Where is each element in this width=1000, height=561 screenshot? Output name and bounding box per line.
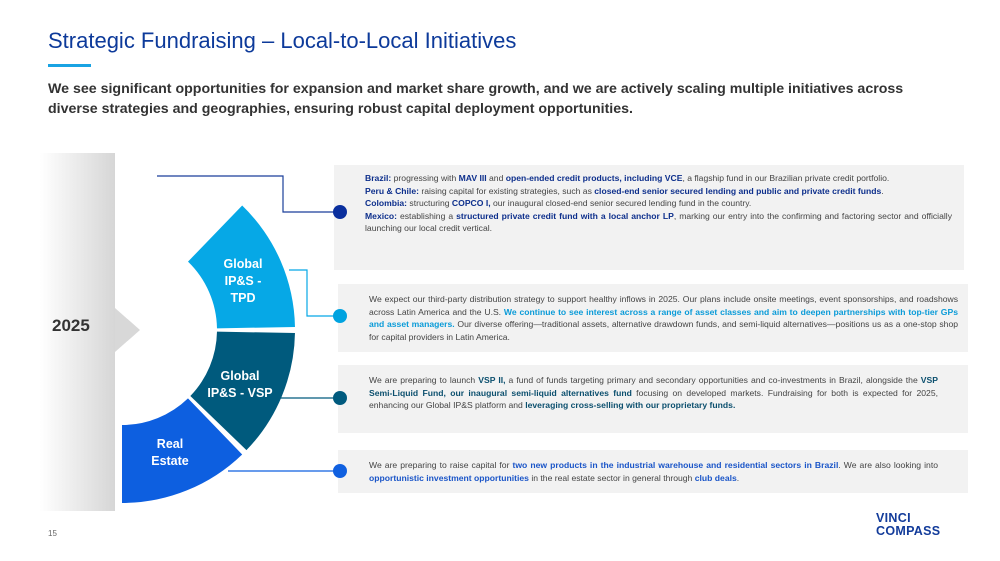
box-paragraph: Peru & Chile: raising capital for existi… (365, 185, 952, 198)
highlighted-text: MAV III (458, 173, 487, 183)
highlighted-text: opportunistic investment opportunities (369, 472, 529, 483)
page-number: 15 (48, 529, 57, 538)
body-text: , a flagship fund in our Brazilian priva… (682, 173, 890, 183)
logo-line-2: COMPASS (876, 524, 941, 538)
tpd-box: We expect our third-party distribution s… (338, 284, 968, 352)
highlighted-text: closed-end senior secured lending and pu… (594, 185, 882, 196)
vsp-box: We are preparing to launch VSP II, a fun… (338, 365, 968, 433)
highlighted-text: Mexico: (365, 210, 397, 221)
connector-line-brazil (157, 175, 340, 213)
box-paragraph: We are preparing to raise capital for tw… (369, 459, 938, 484)
highlighted-text: Colombia: (365, 198, 408, 209)
body-text: We are preparing to launch (369, 375, 479, 385)
body-text: and (486, 173, 506, 183)
body-text: . (881, 185, 884, 196)
box-paragraph: Mexico: establishing a structured privat… (365, 210, 952, 235)
highlighted-text: Brazil: (365, 173, 392, 183)
body-text: . We are also looking into (838, 460, 938, 470)
bullet-dot-tpd (333, 309, 347, 323)
body-text: a fund of funds targeting primary and se… (505, 375, 921, 385)
highlighted-text: two new products in the industrial wareh… (512, 460, 839, 470)
highlighted-text: Peru & Chile: (365, 185, 419, 196)
body-text: in the real estate sector in general thr… (528, 472, 695, 483)
brazil-latam-credit-box: Brazil: progressing with MAV III and ope… (334, 165, 964, 270)
bullet-dot-brazil (333, 205, 347, 219)
box-paragraph: We expect our third-party distribution s… (369, 293, 958, 343)
highlighted-text: open-ended credit products, including VC… (505, 173, 683, 183)
box-paragraph: Brazil: progressing with MAV III and ope… (365, 172, 952, 185)
body-text: raising capital for existing strategies,… (418, 185, 595, 196)
vinci-compass-logo: VINCI COMPASS (876, 512, 940, 538)
highlighted-text: COPCO I, (451, 198, 491, 209)
connector-line-tpd (289, 269, 340, 317)
highlighted-text: leveraging cross-selling with our propri… (525, 400, 736, 411)
body-text: progressing with (391, 173, 459, 183)
year-label: 2025 (52, 316, 90, 335)
bullet-dot-real-estate (333, 464, 347, 478)
body-text: . (736, 472, 740, 483)
highlighted-text: club deals (694, 472, 737, 483)
body-text: We are preparing to raise capital for (369, 460, 513, 470)
slide: Strategic Fundraising – Local-to-Local I… (0, 0, 1000, 561)
real-estate-box: We are preparing to raise capital for tw… (338, 450, 968, 493)
box-paragraph: Colombia: structuring COPCO I, our inaug… (365, 197, 952, 210)
body-text: Our diverse offering—traditional assets,… (369, 319, 958, 342)
year-arrow (115, 308, 140, 352)
body-text: our inaugural closed-end senior secured … (490, 198, 752, 209)
body-text: structuring (407, 198, 452, 209)
bullet-dot-vsp (333, 391, 347, 405)
highlighted-text: VSP II, (478, 375, 506, 385)
highlighted-text: structured private credit fund with a lo… (456, 210, 674, 221)
box-paragraph: We are preparing to launch VSP II, a fun… (369, 374, 938, 412)
body-text: establishing a (397, 210, 457, 221)
